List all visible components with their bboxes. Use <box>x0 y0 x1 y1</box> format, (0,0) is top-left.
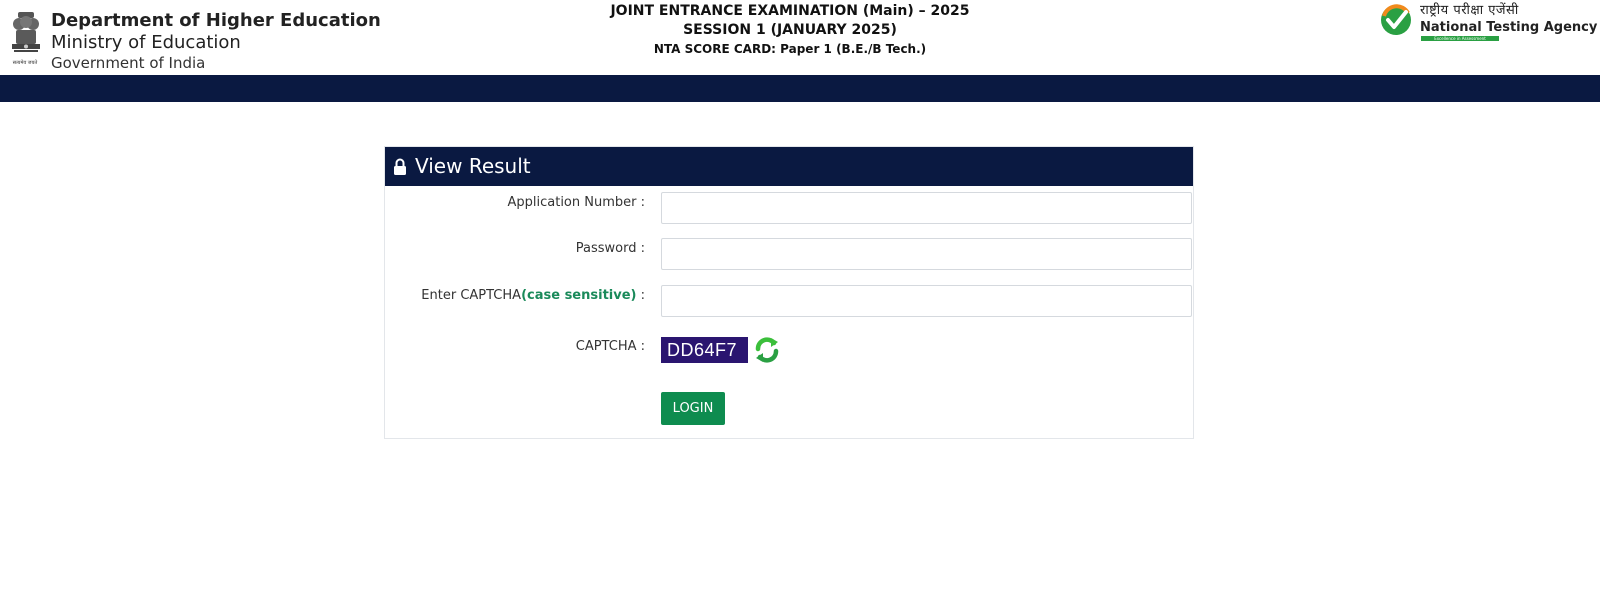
panel-header: View Result <box>385 147 1193 186</box>
page: सत्यमेव जयते Department of Higher Educat… <box>0 0 1600 607</box>
password-input[interactable] <box>661 238 1192 270</box>
login-button[interactable]: LOGIN <box>661 392 725 425</box>
emblem-caption: सत्यमेव जयते <box>12 60 38 66</box>
panel-title: View Result <box>415 154 531 178</box>
national-emblem-icon <box>12 12 40 52</box>
captcha-image: DD64F7 <box>661 337 748 363</box>
application-number-label: Application Number : <box>507 195 645 210</box>
navigation-bar <box>0 75 1600 102</box>
ministry-name: Ministry of Education <box>51 32 241 53</box>
nta-hindi-name: राष्ट्रीय परीक्षा एजेंसी <box>1420 3 1519 18</box>
exam-title: JOINT ENTRANCE EXAMINATION (Main) – 2025 <box>610 3 970 19</box>
government-name: Government of India <box>51 54 206 72</box>
captcha-label: CAPTCHA : <box>575 339 645 354</box>
view-result-panel: View Result Application Number : Passwor… <box>384 146 1194 439</box>
site-header: सत्यमेव जयते Department of Higher Educat… <box>0 0 1600 75</box>
lock-icon <box>394 158 406 175</box>
exam-heading: JOINT ENTRANCE EXAMINATION (Main) – 2025… <box>500 2 1080 58</box>
department-name: Department of Higher Education <box>51 10 381 31</box>
refresh-icon[interactable] <box>752 335 782 365</box>
case-sensitive-hint: (case sensitive) <box>521 288 637 303</box>
nta-english-name: National Testing Agency <box>1420 20 1598 35</box>
exam-session: SESSION 1 (JANUARY 2025) <box>683 22 897 38</box>
captcha-input-label-text: Enter CAPTCHA <box>421 288 522 303</box>
department-block: Department of Higher Education Ministry … <box>51 10 381 72</box>
nta-check-logo-icon <box>1381 4 1411 35</box>
password-label: Password : <box>575 241 645 256</box>
application-number-input[interactable] <box>661 192 1192 224</box>
nta-tagline: Excellence in Assessment <box>1421 36 1499 41</box>
captcha-input-label-colon: : <box>636 288 645 303</box>
scorecard-title: NTA SCORE CARD: Paper 1 (B.E./B Tech.) <box>653 42 927 56</box>
captcha-input-label: Enter CAPTCHA(case sensitive) : <box>421 288 645 303</box>
captcha-input[interactable] <box>661 285 1192 317</box>
nta-name-block: राष्ट्रीय परीक्षा एजेंसी National Testin… <box>1420 2 1597 36</box>
